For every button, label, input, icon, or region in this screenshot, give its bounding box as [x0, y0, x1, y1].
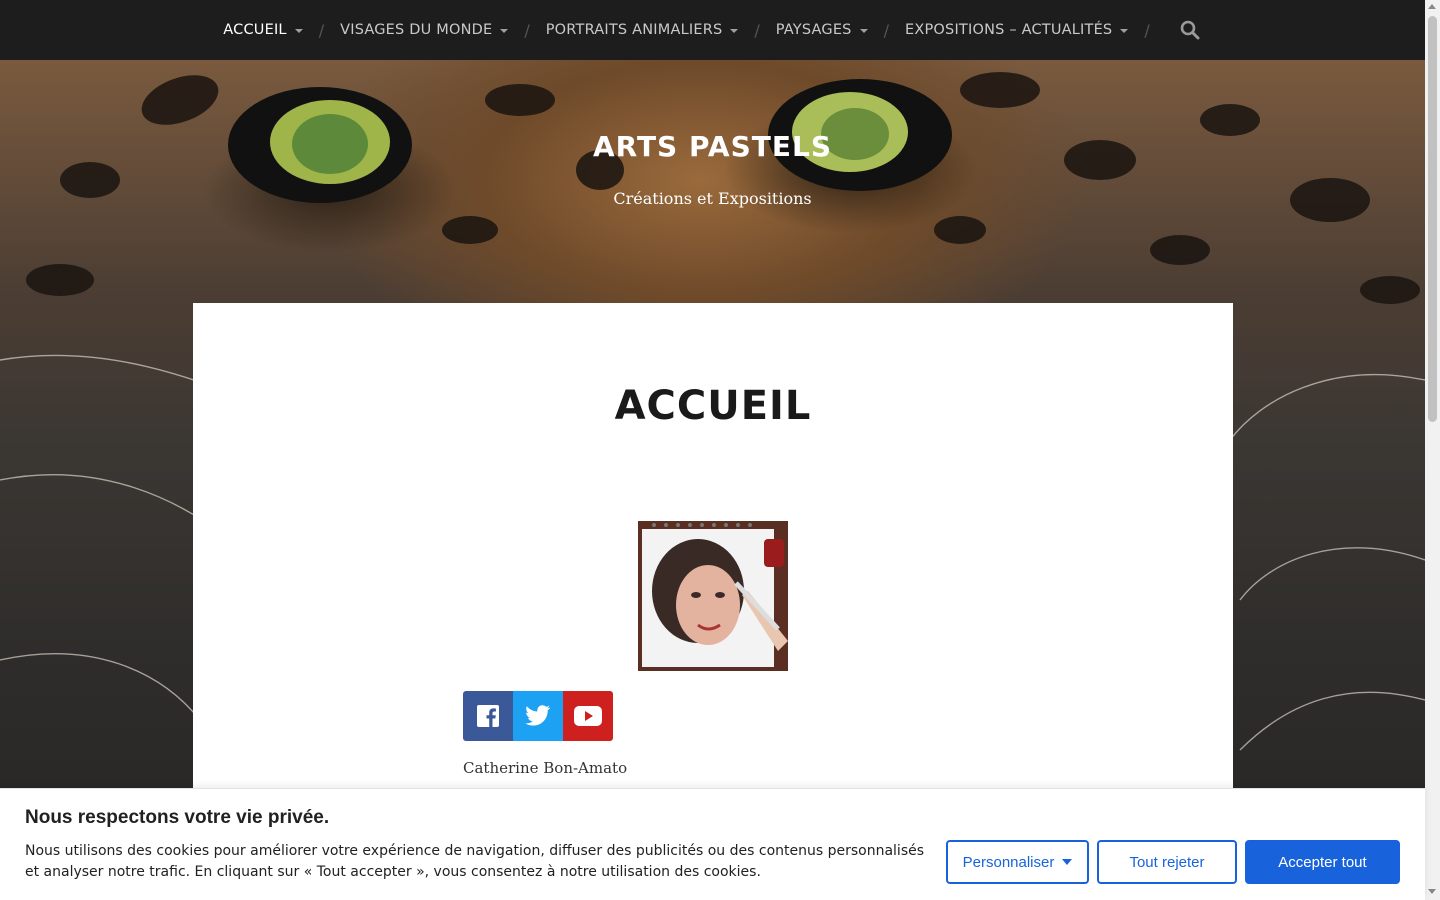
- customize-label: Personnaliser: [962, 853, 1055, 871]
- portrait-drawing: [638, 521, 788, 671]
- cookie-description: Nous utilisons des cookies pour améliore…: [25, 843, 925, 880]
- nav-item-expositions-actualites[interactable]: EXPOSITIONS – ACTUALITÉS: [904, 0, 1129, 60]
- nav-item-label: ACCUEIL: [223, 22, 287, 38]
- twitter-link[interactable]: [513, 691, 563, 741]
- artist-portrait-image: [638, 521, 788, 671]
- nav-item-visages-du-monde[interactable]: VISAGES DU MONDE: [340, 0, 509, 60]
- search-icon: [1180, 20, 1200, 40]
- nav-item-portraits-animaliers[interactable]: PORTRAITS ANIMALIERS: [546, 0, 739, 60]
- nav-item-accueil[interactable]: ACCUEIL: [223, 0, 303, 60]
- caret-down-icon: [500, 29, 509, 33]
- nav-item-paysages[interactable]: PAYSAGES: [776, 0, 868, 60]
- main-navigation: ACCUEIL / VISAGES DU MONDE / PORTRAITS A…: [0, 0, 1425, 60]
- page-scrollbar[interactable]: [1425, 0, 1440, 900]
- customize-button[interactable]: Personnaliser: [946, 840, 1089, 884]
- caret-down-icon: [1120, 29, 1129, 33]
- twitter-icon: [525, 705, 551, 726]
- accept-all-button[interactable]: Accepter tout: [1245, 840, 1400, 884]
- author-name: Catherine Bon-Amato: [463, 759, 628, 777]
- nav-separator: /: [524, 20, 530, 40]
- social-links: [463, 691, 613, 741]
- facebook-icon: [477, 705, 499, 727]
- search-button[interactable]: [1178, 18, 1202, 42]
- reject-all-button[interactable]: Tout rejeter: [1097, 840, 1237, 884]
- nav-separator: /: [318, 20, 325, 40]
- nav-item-label: VISAGES DU MONDE: [340, 22, 493, 38]
- nav-separator: /: [754, 20, 760, 40]
- nav-separator: /: [1144, 20, 1150, 40]
- nav-list: ACCUEIL / VISAGES DU MONDE / PORTRAITS A…: [223, 0, 1201, 60]
- caret-down-icon: [294, 29, 303, 33]
- site-title[interactable]: ARTS PASTELS: [0, 130, 1425, 163]
- scroll-down-arrow-icon[interactable]: [1428, 889, 1436, 894]
- caret-down-icon: [1062, 859, 1073, 865]
- site-tagline: Créations et Expositions: [613, 189, 812, 208]
- caret-down-icon: [730, 29, 739, 33]
- cookie-title: Nous respectons votre vie privée.: [25, 807, 330, 828]
- facebook-link[interactable]: [463, 691, 513, 741]
- scroll-thumb[interactable]: [1428, 16, 1437, 422]
- page-title: ACCUEIL: [614, 383, 812, 429]
- nav-separator: /: [883, 20, 889, 40]
- cookie-consent-banner: Nous respectons votre vie privée. Nous u…: [0, 788, 1425, 900]
- youtube-link[interactable]: [563, 691, 613, 741]
- scroll-up-arrow-icon[interactable]: [1428, 4, 1436, 9]
- caret-down-icon: [859, 29, 868, 33]
- nav-item-label: EXPOSITIONS – ACTUALITÉS: [904, 22, 1113, 38]
- nav-item-label: PAYSAGES: [775, 22, 852, 38]
- nav-item-label: PORTRAITS ANIMALIERS: [545, 22, 723, 38]
- youtube-icon: [574, 706, 602, 726]
